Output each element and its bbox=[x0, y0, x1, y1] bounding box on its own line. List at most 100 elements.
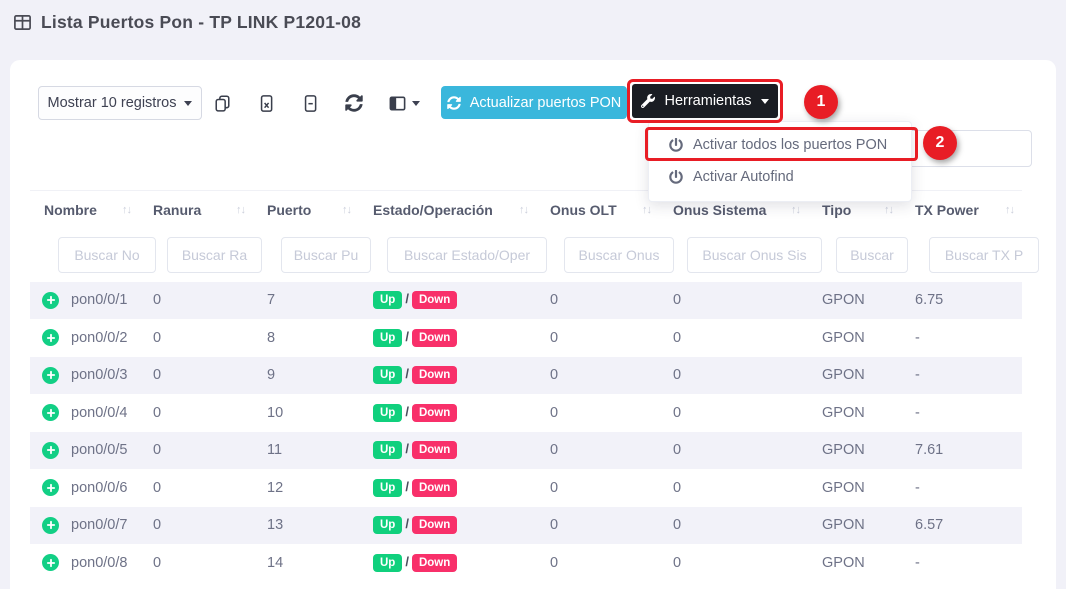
column-header-tx-power[interactable]: TX Power↑↓ bbox=[901, 191, 1022, 229]
filter-onus-olt-input[interactable] bbox=[564, 237, 674, 273]
puerto-cell: 7 bbox=[253, 282, 359, 320]
onus-olt-cell: 0 bbox=[536, 469, 659, 507]
sort-icon[interactable]: ↑↓ bbox=[1005, 204, 1014, 216]
estado-cell: Up/Down bbox=[359, 357, 536, 395]
refresh-icon[interactable] bbox=[345, 94, 363, 112]
filter-tipo-input[interactable] bbox=[836, 237, 908, 273]
status-separator: / bbox=[405, 441, 409, 456]
column-header-estado[interactable]: Estado/Operación↑↓ bbox=[359, 191, 536, 229]
column-header-ranura[interactable]: Ranura↑↓ bbox=[139, 191, 253, 229]
expand-row-button[interactable] bbox=[42, 367, 59, 384]
pon-ports-table: Nombre↑↓ Ranura↑↓ Puerto↑↓ Estado/Operac… bbox=[30, 190, 1022, 582]
chevron-down-icon bbox=[412, 101, 420, 106]
tx-power-cell: - bbox=[901, 544, 1022, 582]
filter-ranura-input[interactable] bbox=[167, 237, 262, 273]
column-header-puerto[interactable]: Puerto↑↓ bbox=[253, 191, 359, 229]
tipo-cell: GPON bbox=[808, 432, 901, 470]
app-window: Lista Puertos Pon - TP LINK P1201-08 Mos… bbox=[0, 0, 1066, 589]
puerto-cell: 13 bbox=[253, 507, 359, 545]
column-visibility-icon[interactable] bbox=[388, 94, 420, 113]
estado-cell: Up/Down bbox=[359, 469, 536, 507]
onus-olt-cell: 0 bbox=[536, 544, 659, 582]
filter-onus-sistema-input[interactable] bbox=[687, 237, 822, 273]
update-pon-ports-label: Actualizar puertos PON bbox=[470, 95, 622, 111]
copy-icon[interactable] bbox=[213, 94, 232, 113]
port-name: pon0/0/4 bbox=[71, 405, 127, 421]
puerto-cell: 8 bbox=[253, 319, 359, 357]
expand-row-button[interactable] bbox=[42, 554, 59, 571]
column-filter-row bbox=[30, 229, 1022, 282]
chevron-down-icon bbox=[184, 101, 192, 106]
annotation-step-badge-1: 1 bbox=[804, 85, 838, 119]
annotation-step-badge-2: 2 bbox=[923, 126, 957, 160]
status-separator: / bbox=[405, 291, 409, 306]
onus-sistema-cell: 0 bbox=[659, 507, 808, 545]
ranura-cell: 0 bbox=[139, 357, 253, 395]
port-name: pon0/0/6 bbox=[71, 480, 127, 496]
tipo-cell: GPON bbox=[808, 544, 901, 582]
menu-item-activate-autofind[interactable]: Activar Autofind bbox=[649, 161, 911, 193]
ranura-cell: 0 bbox=[139, 282, 253, 320]
sort-icon[interactable]: ↑↓ bbox=[884, 204, 893, 216]
tx-power-cell: - bbox=[901, 357, 1022, 395]
export-excel-icon[interactable] bbox=[257, 94, 276, 113]
filter-tx-power-input[interactable] bbox=[929, 237, 1039, 273]
filter-estado-input[interactable] bbox=[387, 237, 547, 273]
filter-puerto-input[interactable] bbox=[281, 237, 371, 273]
estado-cell: Up/Down bbox=[359, 544, 536, 582]
ranura-cell: 0 bbox=[139, 319, 253, 357]
expand-row-button[interactable] bbox=[42, 517, 59, 534]
expand-row-button[interactable] bbox=[42, 329, 59, 346]
status-down-badge: Down bbox=[412, 441, 457, 459]
puerto-cell: 10 bbox=[253, 394, 359, 432]
sort-icon[interactable]: ↑↓ bbox=[519, 204, 528, 216]
status-separator: / bbox=[405, 404, 409, 419]
column-header-onus-olt[interactable]: Onus OLT↑↓ bbox=[536, 191, 659, 229]
tools-dropdown-button[interactable]: Herramientas bbox=[632, 84, 778, 118]
estado-cell: Up/Down bbox=[359, 432, 536, 470]
expand-row-button[interactable] bbox=[42, 442, 59, 459]
onus-olt-cell: 0 bbox=[536, 507, 659, 545]
onus-sistema-cell: 0 bbox=[659, 394, 808, 432]
status-down-badge: Down bbox=[412, 366, 457, 384]
status-down-badge: Down bbox=[412, 554, 457, 572]
table-row: pon0/0/3 0 9 Up/Down 0 0 GPON - bbox=[30, 357, 1022, 395]
table-row: pon0/0/2 0 8 Up/Down 0 0 GPON - bbox=[30, 319, 1022, 357]
expand-row-button[interactable] bbox=[42, 404, 59, 421]
onus-sistema-cell: 0 bbox=[659, 319, 808, 357]
ranura-cell: 0 bbox=[139, 394, 253, 432]
ranura-cell: 0 bbox=[139, 432, 253, 470]
update-pon-ports-button[interactable]: Actualizar puertos PON bbox=[441, 86, 627, 119]
puerto-cell: 11 bbox=[253, 432, 359, 470]
export-file-icon[interactable] bbox=[301, 94, 320, 113]
table-row: pon0/0/6 0 12 Up/Down 0 0 GPON - bbox=[30, 469, 1022, 507]
status-up-badge: Up bbox=[373, 554, 402, 572]
expand-row-button[interactable] bbox=[42, 292, 59, 309]
sort-icon[interactable]: ↑↓ bbox=[791, 204, 800, 216]
sort-icon[interactable]: ↑↓ bbox=[642, 204, 651, 216]
onus-olt-cell: 0 bbox=[536, 282, 659, 320]
menu-item-label: Activar Autofind bbox=[693, 169, 794, 185]
filter-nombre-input[interactable] bbox=[58, 237, 156, 273]
column-header-nombre[interactable]: Nombre↑↓ bbox=[30, 191, 139, 229]
menu-item-activate-all-pon-ports[interactable]: Activar todos los puertos PON bbox=[649, 129, 911, 161]
table-row: pon0/0/1 0 7 Up/Down 0 0 GPON 6.75 bbox=[30, 282, 1022, 320]
show-entries-dropdown[interactable]: Mostrar 10 registros bbox=[38, 86, 202, 120]
menu-item-label: Activar todos los puertos PON bbox=[693, 137, 887, 153]
tx-power-cell: 6.57 bbox=[901, 507, 1022, 545]
status-down-badge: Down bbox=[412, 329, 457, 347]
onus-sistema-cell: 0 bbox=[659, 469, 808, 507]
sort-icon[interactable]: ↑↓ bbox=[342, 204, 351, 216]
onus-sistema-cell: 0 bbox=[659, 357, 808, 395]
sort-icon[interactable]: ↑↓ bbox=[236, 204, 245, 216]
status-up-badge: Up bbox=[373, 441, 402, 459]
status-up-badge: Up bbox=[373, 516, 402, 534]
expand-row-button[interactable] bbox=[42, 479, 59, 496]
chevron-down-icon bbox=[761, 99, 769, 104]
sort-icon[interactable]: ↑↓ bbox=[122, 204, 131, 216]
status-separator: / bbox=[405, 329, 409, 344]
onus-olt-cell: 0 bbox=[536, 357, 659, 395]
ranura-cell: 0 bbox=[139, 469, 253, 507]
table-row: pon0/0/7 0 13 Up/Down 0 0 GPON 6.57 bbox=[30, 507, 1022, 545]
tools-button-label: Herramientas bbox=[664, 93, 751, 109]
